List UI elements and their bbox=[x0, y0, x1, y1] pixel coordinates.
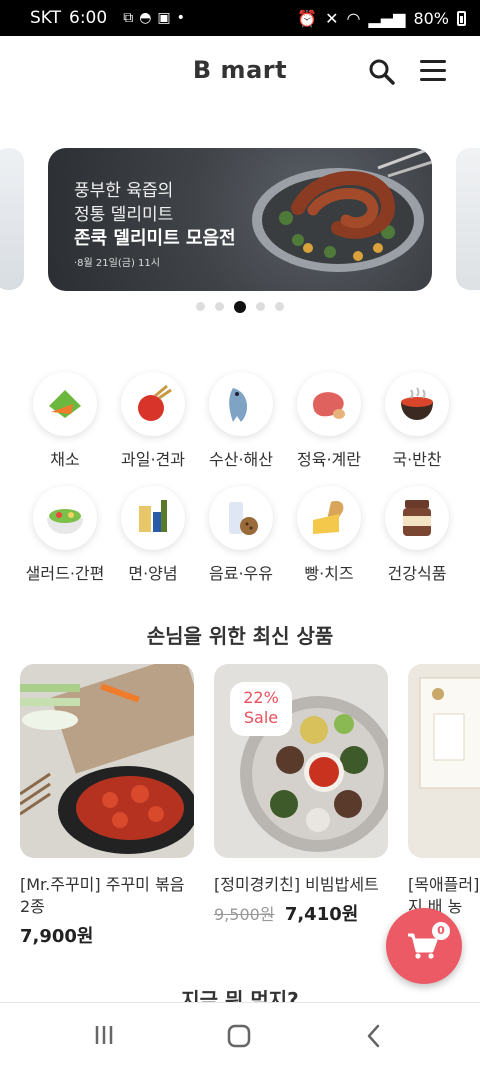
status-bar: SKT 6:00 ⧉ ◓ ▣ • ⏰ ✕ ◠ ▂▄▆ 80% bbox=[0, 0, 480, 36]
carousel-dot[interactable] bbox=[256, 302, 265, 311]
banner-date: ·8월 21일(금) 11시 bbox=[74, 258, 160, 269]
hamburger-menu-icon[interactable] bbox=[420, 60, 446, 82]
category-salad[interactable]: 샐러드·간편 bbox=[20, 486, 110, 584]
wifi-icon: ◠ bbox=[346, 8, 361, 28]
back-icon[interactable] bbox=[364, 1023, 384, 1049]
promo-banner[interactable]: 풍부한 육즙의 정통 델리미트 존쿡 델리미트 모음전 ·8월 21일(금) 1… bbox=[48, 148, 432, 291]
category-label: 면·양념 bbox=[128, 564, 178, 583]
carousel-dot[interactable] bbox=[196, 302, 205, 311]
category-drink-milk[interactable]: 음료·우유 bbox=[196, 486, 286, 584]
product-card[interactable]: 22% Sale [정미경키친] 비빔밥세트 9,500원 7,410원 bbox=[214, 664, 388, 926]
product-price: 7,410원 bbox=[284, 904, 359, 925]
next-section-title: 지금 뭐 먹지? bbox=[181, 988, 299, 1004]
product-price: 7,900원 bbox=[20, 926, 94, 947]
dot-icon: • bbox=[176, 10, 185, 26]
carousel-dot[interactable] bbox=[215, 302, 224, 311]
carousel-indicator bbox=[0, 300, 480, 313]
product-name: [정미경키친] 비빔밥세트 bbox=[214, 875, 379, 894]
product-original-price: 9,500원 bbox=[214, 905, 275, 924]
salad-icon bbox=[33, 486, 97, 550]
category-vegetable[interactable]: 채소 bbox=[20, 372, 110, 470]
category-meat[interactable]: 정육·계란 bbox=[284, 372, 374, 470]
battery-icon bbox=[457, 10, 466, 26]
banner-next-peek[interactable] bbox=[456, 148, 480, 290]
category-seafood[interactable]: 수산·해산 bbox=[196, 372, 286, 470]
category-label: 채소 bbox=[50, 450, 80, 469]
alarm-icon: ⏰ bbox=[297, 8, 318, 28]
banner-headline: 존쿡 델리미트 모음전 bbox=[74, 228, 236, 249]
talk-icon: ◓ bbox=[139, 10, 152, 26]
drink-milk-icon bbox=[209, 486, 273, 550]
search-icon[interactable] bbox=[368, 58, 396, 86]
sale-label: Sale bbox=[243, 708, 279, 727]
banner-prev-peek[interactable] bbox=[0, 148, 24, 290]
category-label: 샐러드·간편 bbox=[25, 564, 105, 583]
cart-button[interactable]: 0 bbox=[386, 908, 462, 984]
cart-count-badge: 0 bbox=[432, 922, 450, 940]
app-header: B mart bbox=[0, 36, 480, 106]
category-noodle-sauce[interactable]: 면·양념 bbox=[108, 486, 198, 584]
carousel-dot[interactable] bbox=[275, 302, 284, 311]
category-label: 정육·계란 bbox=[297, 450, 361, 469]
sausage-plate-image bbox=[252, 148, 432, 272]
product-name-line1: [목애플러] bbox=[408, 875, 480, 894]
category-bread-cheese[interactable]: 빵·치즈 bbox=[284, 486, 374, 584]
image-icon: ▣ bbox=[157, 10, 171, 26]
product-image bbox=[20, 664, 194, 858]
bread-cheese-icon bbox=[297, 486, 361, 550]
product-image: 22% Sale bbox=[214, 664, 388, 858]
fish-icon bbox=[209, 372, 273, 436]
sale-percent: 22% bbox=[243, 688, 279, 707]
product-card[interactable]: [목애플러] 지 배 농 0 bbox=[408, 664, 480, 943]
section-title: 손님을 위한 최신 상품 bbox=[146, 624, 334, 648]
notification-icons: ⧉ ◓ ▣ • bbox=[123, 10, 185, 26]
product-price-row: 9,500원 7,410원 bbox=[214, 900, 388, 926]
banner-line1: 풍부한 육즙의 bbox=[74, 181, 174, 201]
category-label: 국·반찬 bbox=[392, 450, 442, 469]
sale-badge: 22% Sale bbox=[230, 682, 292, 736]
category-soup[interactable]: 국·반찬 bbox=[372, 372, 462, 470]
meat-icon bbox=[297, 372, 361, 436]
category-label: 빵·치즈 bbox=[304, 564, 354, 583]
battery-level: 80% bbox=[413, 8, 449, 28]
product-name: [Mr.주꾸미] 주꾸미 볶음 2종 bbox=[20, 875, 185, 916]
fruit-icon bbox=[121, 372, 185, 436]
soup-icon bbox=[385, 372, 449, 436]
category-label: 수산·해산 bbox=[209, 450, 273, 469]
mute-icon: ✕ bbox=[325, 8, 339, 28]
vegetable-icon bbox=[33, 372, 97, 436]
carrier: SKT bbox=[30, 8, 62, 28]
category-label: 건강식품 bbox=[387, 564, 447, 583]
page-title: B mart bbox=[192, 56, 288, 84]
home-icon[interactable] bbox=[226, 1023, 252, 1049]
clock: 6:00 bbox=[69, 8, 108, 28]
category-health-food[interactable]: 건강식품 bbox=[372, 486, 462, 584]
signal-icon: ▂▄▆ bbox=[368, 8, 406, 28]
banner-line2: 정통 델리미트 bbox=[74, 205, 174, 225]
product-image bbox=[408, 664, 480, 858]
health-food-icon bbox=[385, 486, 449, 550]
category-label: 음료·우유 bbox=[209, 564, 273, 583]
recent-apps-icon[interactable] bbox=[92, 1023, 116, 1047]
category-fruit[interactable]: 과일·견과 bbox=[108, 372, 198, 470]
category-label: 과일·견과 bbox=[121, 450, 185, 469]
system-nav-bar bbox=[0, 1002, 480, 1066]
carousel-dot-active[interactable] bbox=[234, 300, 246, 313]
product-card[interactable]: [Mr.주꾸미] 주꾸미 볶음 2종 7,900원 bbox=[20, 664, 194, 948]
noodle-sauce-icon bbox=[121, 486, 185, 550]
screenshot-icon: ⧉ bbox=[123, 10, 134, 26]
